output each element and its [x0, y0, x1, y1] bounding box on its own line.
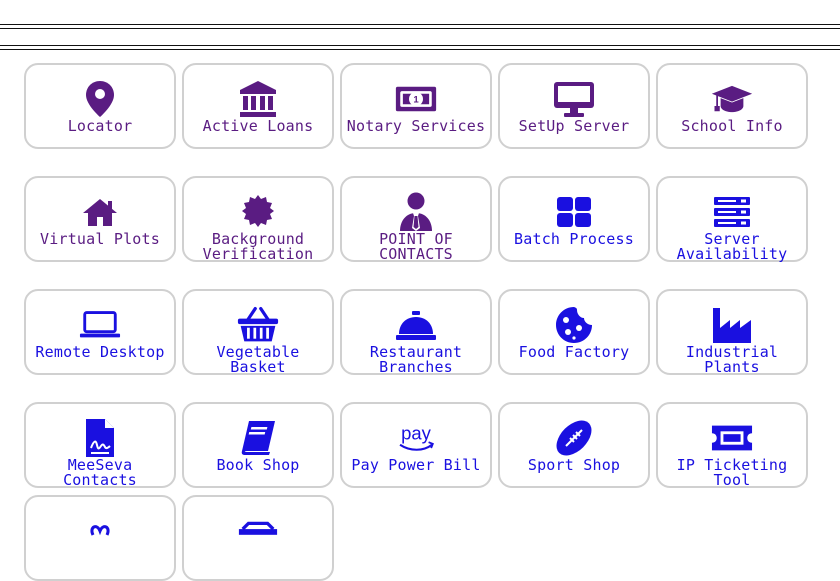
service-tile-label: Server Availability: [676, 230, 788, 263]
service-tile-label: SetUp Server: [518, 117, 630, 135]
service-tile[interactable]: Restaurant Branches: [340, 289, 492, 375]
football-icon: [553, 418, 595, 458]
service-tile-label: Locator: [67, 117, 133, 135]
service-tile-label: Batch Process: [514, 230, 634, 248]
money-bill-icon: 1: [395, 79, 437, 119]
service-tile-label: Remote Desktop: [35, 343, 165, 361]
bank-icon: [237, 79, 279, 119]
service-tile[interactable]: Remote Desktop: [24, 289, 176, 375]
service-tile-label: Pay Power Bill: [351, 456, 481, 474]
user-tie-icon: [395, 192, 437, 232]
service-tile-label: Virtual Plots: [40, 230, 160, 248]
service-tile[interactable]: Virtual Plots: [24, 176, 176, 262]
house-icon: [79, 192, 121, 232]
service-tile-label: Sport Shop: [527, 456, 621, 474]
service-tile-label: Vegetable Basket: [216, 343, 300, 376]
book-icon: [237, 418, 279, 458]
service-tile[interactable]: MeeSeva Contacts: [24, 402, 176, 488]
service-tile[interactable]: pay Pay Power Bill: [340, 402, 492, 488]
factory-icon: [711, 305, 753, 345]
service-tile-label: School Info: [681, 117, 783, 135]
ribbon-icon: [79, 511, 121, 551]
service-tile-label: Food Factory: [518, 343, 630, 361]
service-tile-label: IP Ticketing Tool: [676, 456, 788, 489]
service-tile[interactable]: Active Loans: [182, 63, 334, 149]
service-tile[interactable]: [24, 495, 176, 581]
service-tile-label: POINT OF CONTACTS: [379, 230, 453, 263]
service-tile[interactable]: POINT OF CONTACTS: [340, 176, 492, 262]
concierge-bell-icon: [395, 305, 437, 345]
service-tile-label: MeeSeva Contacts: [63, 456, 137, 489]
svg-text:1: 1: [413, 95, 419, 106]
svg-text:pay: pay: [401, 423, 432, 444]
grid-icon: [553, 192, 595, 232]
cookie-icon: [553, 305, 595, 345]
service-tile[interactable]: Locator: [24, 63, 176, 149]
ticket-icon: [711, 418, 753, 458]
service-tile-label: Book Shop: [216, 456, 300, 474]
service-tile[interactable]: Background Verification: [182, 176, 334, 262]
service-tile-grid: Locator Active Loans 1 Notary Services SetUp…: [0, 0, 840, 581]
service-tile[interactable]: Industrial Plants: [656, 289, 808, 375]
laptop-icon: [79, 305, 121, 345]
amazon-pay-icon: pay: [395, 418, 437, 458]
certificate-icon: [237, 192, 279, 232]
store-icon: [237, 511, 279, 551]
service-tile[interactable]: Vegetable Basket: [182, 289, 334, 375]
service-tile[interactable]: School Info: [656, 63, 808, 149]
service-tile-label: Notary Services: [346, 117, 486, 135]
service-tile[interactable]: SetUp Server: [498, 63, 650, 149]
service-tile[interactable]: Sport Shop: [498, 402, 650, 488]
service-tile[interactable]: IP Ticketing Tool: [656, 402, 808, 488]
basket-icon: [237, 305, 279, 345]
service-tile[interactable]: Food Factory: [498, 289, 650, 375]
service-tile[interactable]: Book Shop: [182, 402, 334, 488]
service-tile-label: Background Verification: [202, 230, 314, 263]
service-tile-label: Active Loans: [202, 117, 314, 135]
service-tile[interactable]: [182, 495, 334, 581]
service-tile-label: Restaurant Branches: [369, 343, 463, 376]
server-icon: [711, 192, 753, 232]
service-tile-label: Industrial Plants: [685, 343, 779, 376]
service-tile[interactable]: Server Availability: [656, 176, 808, 262]
graduation-cap-icon: [711, 79, 753, 119]
service-tile[interactable]: 1 Notary Services: [340, 63, 492, 149]
file-signature-icon: [79, 418, 121, 458]
service-tile[interactable]: Batch Process: [498, 176, 650, 262]
monitor-icon: [553, 79, 595, 119]
map-pin-icon: [79, 79, 121, 119]
